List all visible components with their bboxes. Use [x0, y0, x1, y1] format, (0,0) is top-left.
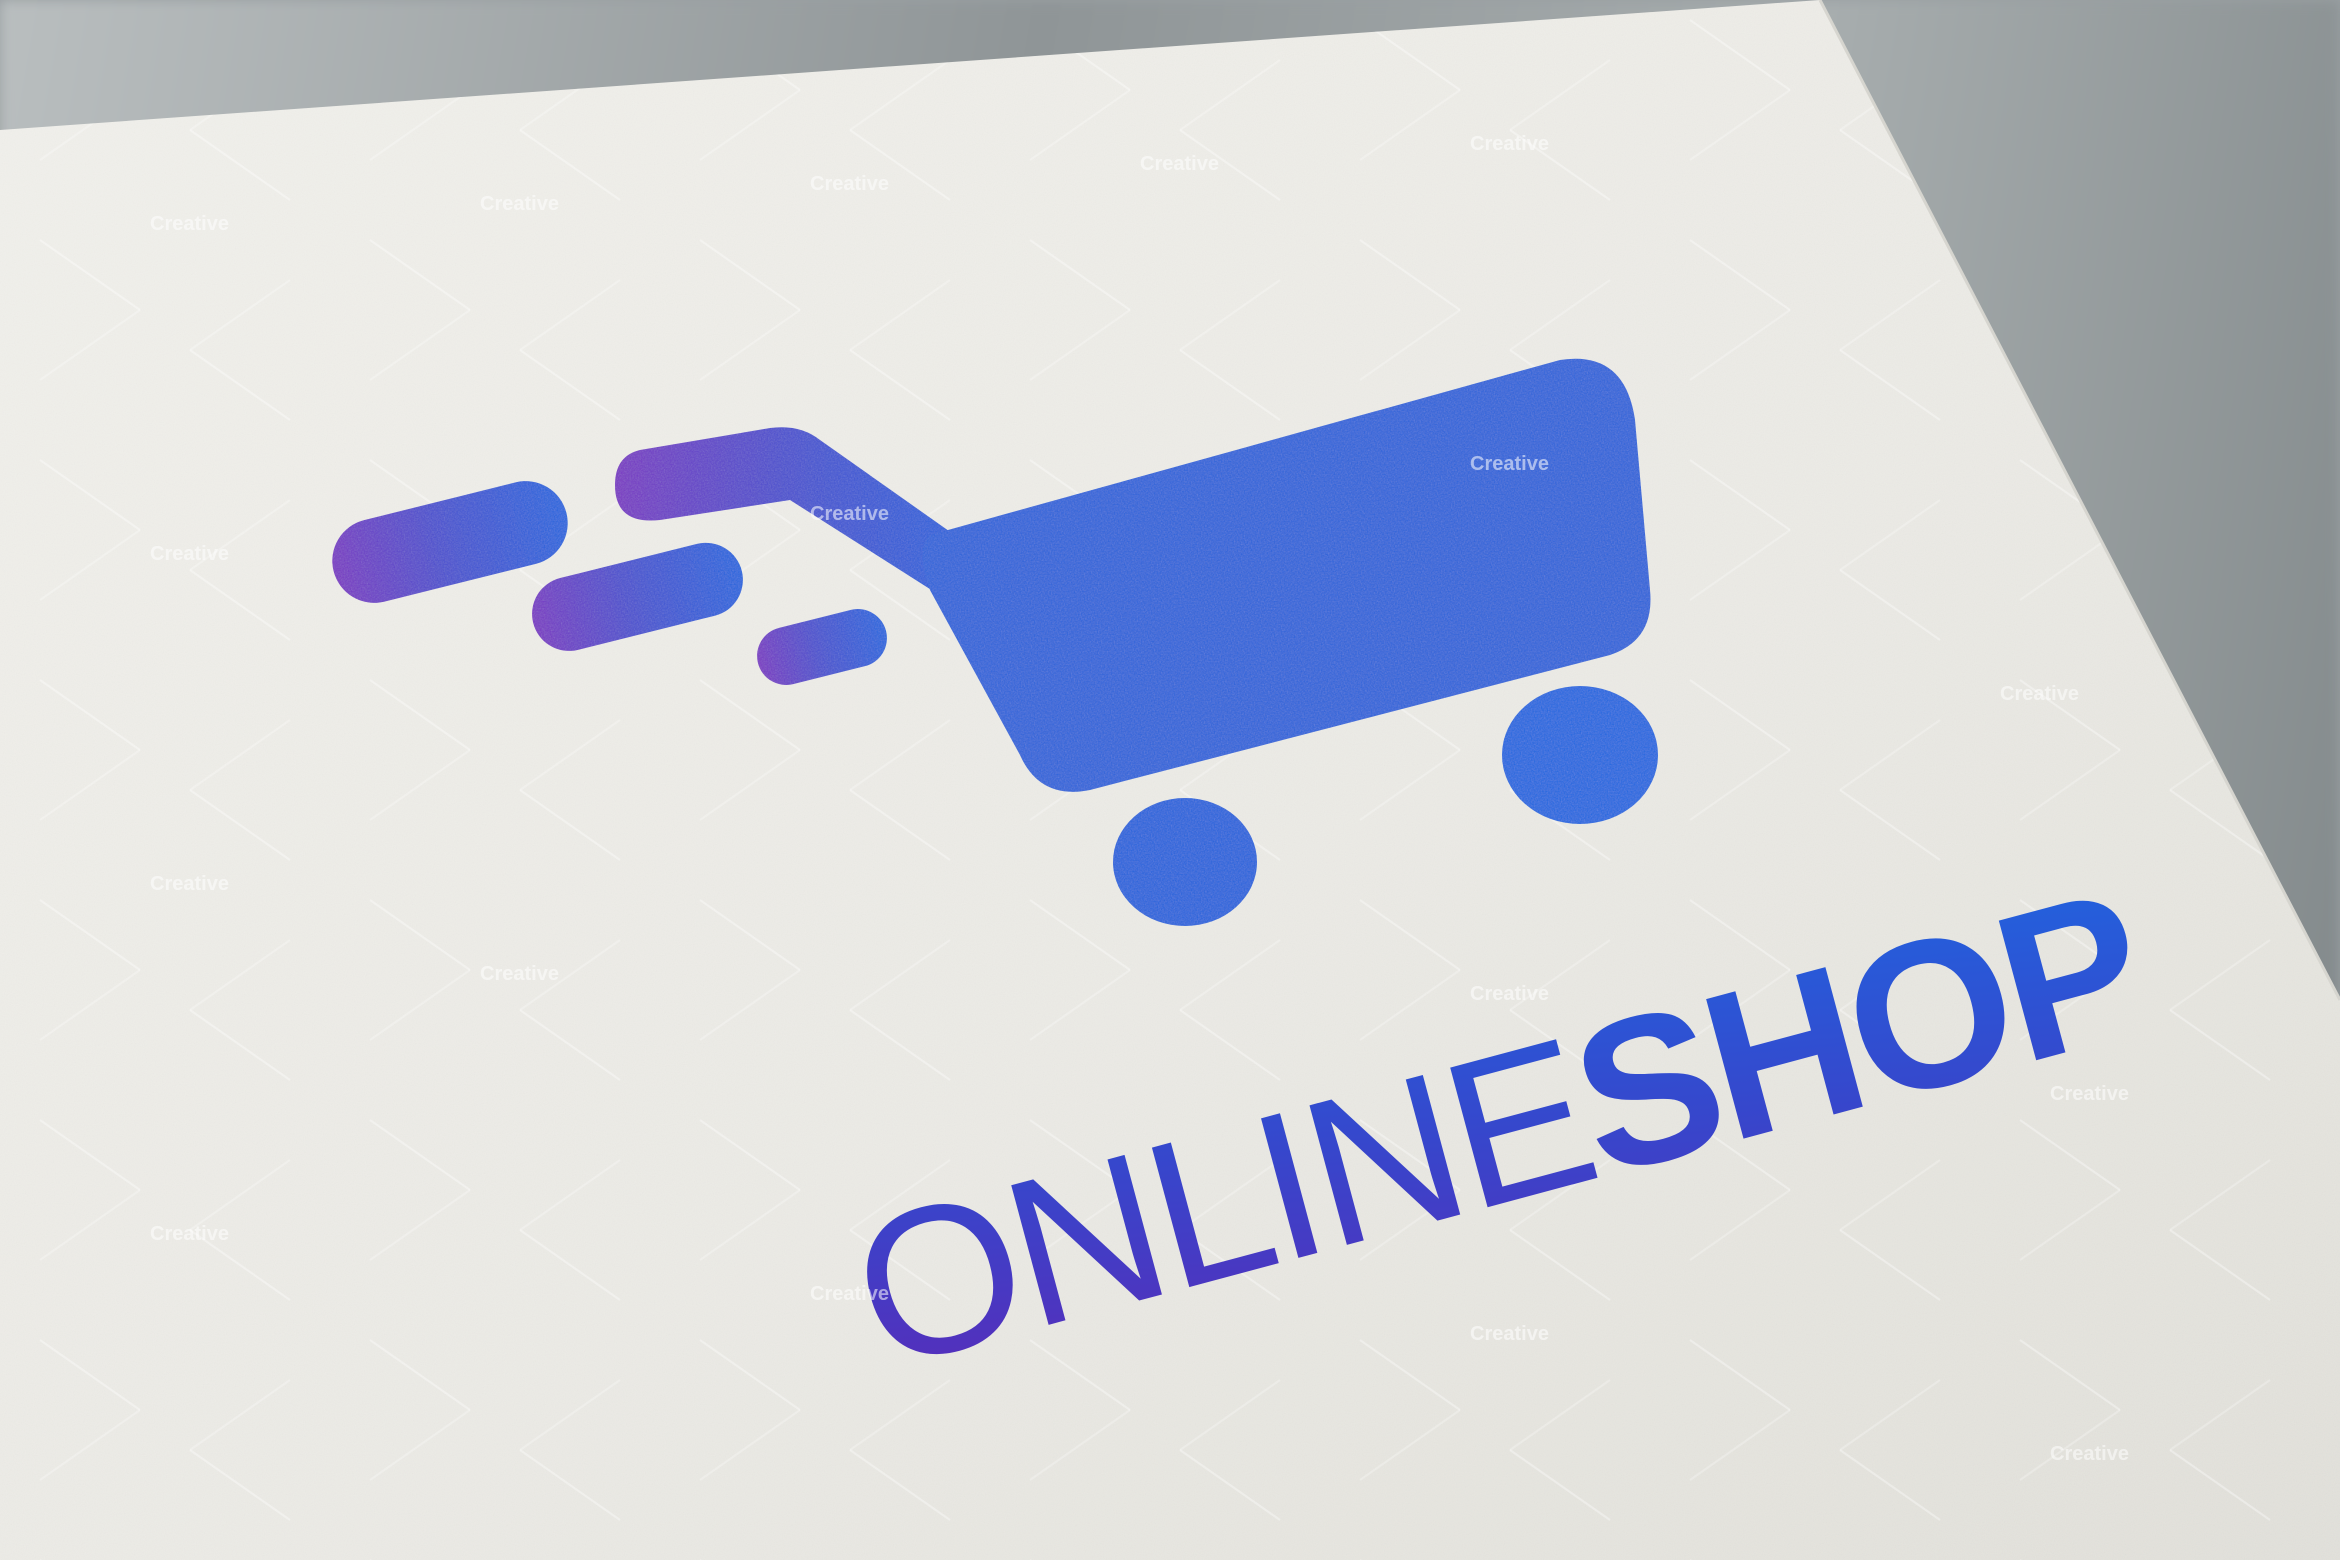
paper-mockup: ONLINESHOP Creative Creative Creative Cr… [0, 0, 2340, 1560]
svg-text:Creative: Creative [2000, 683, 2079, 705]
svg-text:Creative: Creative [810, 503, 889, 525]
svg-text:Creative: Creative [1470, 983, 1549, 1005]
mockup-scene: ONLINESHOP Creative Creative Creative Cr… [0, 0, 2340, 1560]
svg-text:Creative: Creative [150, 1223, 229, 1245]
svg-text:Creative: Creative [2050, 1443, 2129, 1465]
svg-text:Creative: Creative [150, 213, 229, 235]
svg-text:Creative: Creative [1470, 1323, 1549, 1345]
svg-text:Creative: Creative [1140, 153, 1219, 175]
svg-text:Creative: Creative [150, 873, 229, 895]
svg-text:Creative: Creative [810, 173, 889, 195]
svg-text:Creative: Creative [1470, 453, 1549, 475]
svg-text:Creative: Creative [810, 1283, 889, 1305]
cart-wheel-right [1502, 686, 1658, 824]
svg-text:Creative: Creative [2050, 1083, 2129, 1105]
svg-text:Creative: Creative [480, 963, 559, 985]
svg-text:Creative: Creative [480, 193, 559, 215]
svg-text:Creative: Creative [1470, 133, 1549, 155]
cart-wheel-left [1113, 798, 1257, 926]
svg-text:Creative: Creative [150, 543, 229, 565]
